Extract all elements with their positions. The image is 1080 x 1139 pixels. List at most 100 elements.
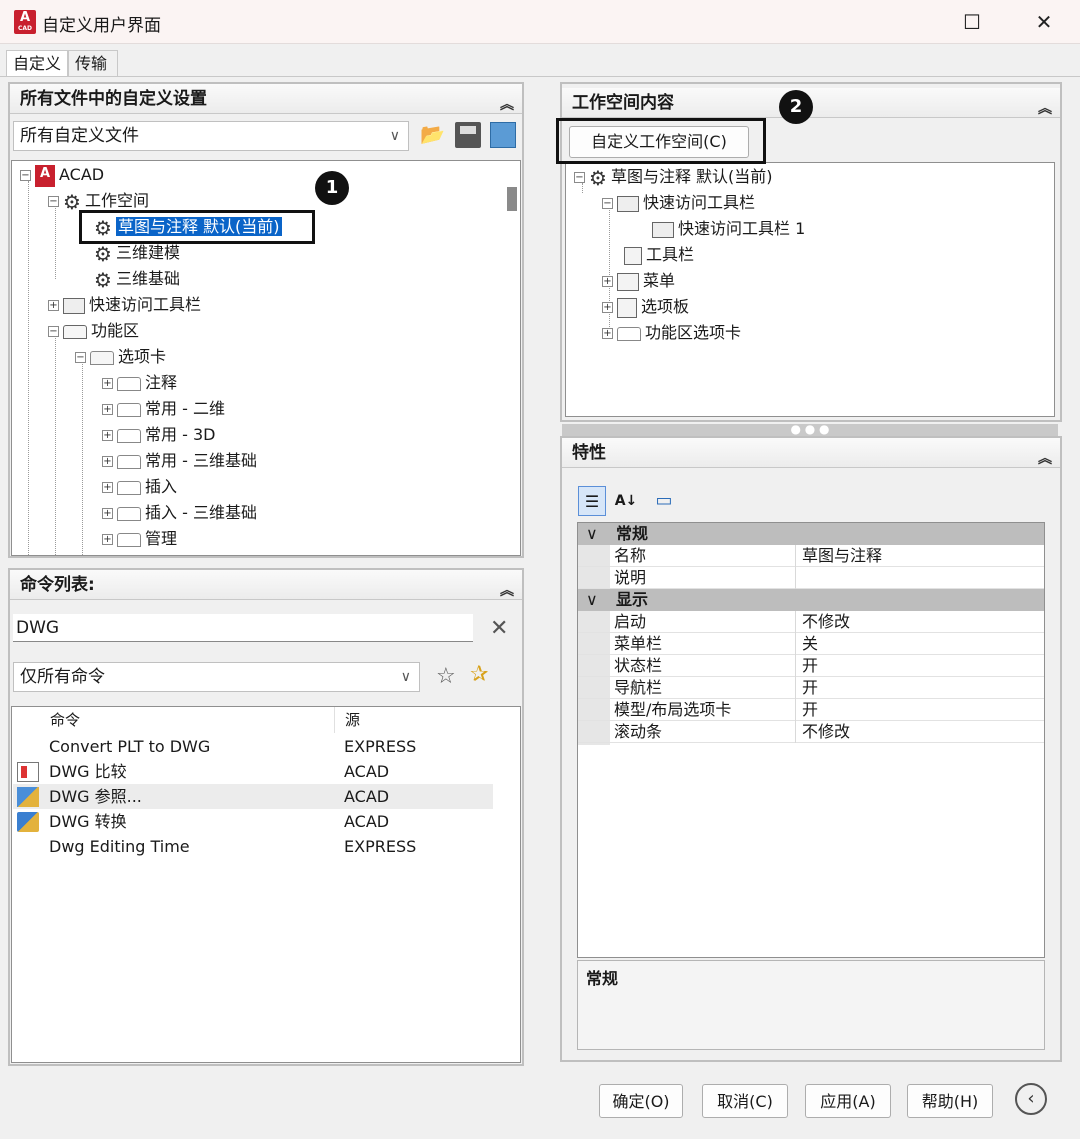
maximize-button[interactable]: ☐ [952, 8, 992, 36]
tree-node-quick-access-toolbars[interactable]: + 快速访问工具栏 [48, 292, 201, 318]
command-row[interactable]: Convert PLT to DWG EXPRESS [13, 734, 493, 759]
toolbars-icon [624, 246, 642, 265]
toolbar-icon [63, 297, 85, 314]
tree-scrollbar[interactable] [504, 161, 520, 555]
ws-node-quick-access-toolbar[interactable]: − 快速访问工具栏 [602, 190, 755, 216]
ribbon-tab-icon [117, 428, 141, 443]
ws-node-toolbars[interactable]: 工具栏 [624, 242, 694, 268]
property-row[interactable]: 启动 不修改 [578, 611, 1044, 633]
collapse-left-icon[interactable]: ‹ [1015, 1083, 1047, 1115]
ok-button[interactable]: 确定(O) [599, 1084, 683, 1118]
tree-node-acad[interactable]: − A ACAD [20, 162, 104, 188]
ws-node-menus[interactable]: + 菜单 [602, 268, 675, 294]
property-row[interactable]: 名称 草图与注释 [578, 545, 1044, 567]
command-filter-dropdown[interactable]: 仅所有命令 ∨ [13, 662, 420, 692]
tree-node-tab-home-3d[interactable]: + 常用 - 3D [102, 422, 215, 448]
tree-node-tab-home-3d-basics[interactable]: + 常用 - 三维基础 [102, 448, 257, 474]
expand-icon[interactable]: + [102, 456, 113, 467]
menu-icon [617, 272, 639, 291]
apply-button[interactable]: 应用(A) [805, 1084, 891, 1118]
expand-icon[interactable]: + [102, 508, 113, 519]
expand-icon[interactable]: + [102, 482, 113, 493]
collapse-chevron-icon[interactable]: ︽ [500, 90, 514, 120]
tree-node-tabs[interactable]: − 选项卡 [75, 344, 166, 370]
tree-node-3d-basics[interactable]: ⚙ 三维基础 [94, 266, 180, 292]
command-table: 命令 源 Convert PLT to DWG EXPRESS DWG 比较 ACA… [11, 706, 521, 1063]
collapse-chevron-icon[interactable]: ︽ [500, 576, 514, 606]
tree-node-ribbon[interactable]: − 功能区 [48, 318, 139, 344]
collapse-icon[interactable]: − [574, 172, 585, 183]
workspace-contents-title: 工作空间内容 [572, 93, 674, 113]
close-button[interactable]: ✕ [1024, 8, 1064, 36]
expand-icon[interactable]: + [602, 276, 613, 287]
star-icon[interactable]: ☆ [436, 664, 456, 689]
categorized-view-icon[interactable]: ☰ [578, 486, 606, 516]
collapse-icon[interactable]: − [48, 196, 59, 207]
gear-icon: ⚙ [589, 165, 607, 190]
expand-icon[interactable]: + [602, 302, 613, 313]
expand-icon[interactable]: + [48, 300, 59, 311]
expand-icon[interactable]: + [102, 378, 113, 389]
collapse-icon[interactable]: − [75, 352, 86, 363]
command-row[interactable]: DWG 参照... ACAD [13, 784, 493, 809]
command-row[interactable]: Dwg Editing Time EXPRESS [13, 834, 493, 859]
new-command-star-icon[interactable]: ✰ [470, 662, 488, 687]
highlight-box-1 [79, 210, 315, 244]
tab-divider [0, 76, 1080, 77]
help-button[interactable]: 帮助(H) [907, 1084, 993, 1118]
properties-panel: 特性 ︽ ☰ A↓ ▭ ∨ 常规 名称 草图与注释 说明 ∨ 显示 启动 不修改 菜单栏… [560, 436, 1062, 1062]
ws-node-quick-access-toolbar-1[interactable]: 快速访问工具栏 1 [652, 216, 805, 242]
collapse-icon[interactable]: − [20, 170, 31, 181]
ribbon-tab-icon [117, 402, 141, 417]
open-folder-icon[interactable]: 📂 [420, 122, 448, 150]
command-search-input[interactable]: DWG [13, 614, 473, 642]
palette-icon [617, 297, 637, 318]
property-row[interactable]: 模型/布局选项卡开 [578, 699, 1044, 721]
collapse-chevron-icon[interactable]: ︽ [1038, 94, 1052, 124]
property-row[interactable]: 状态栏开 [578, 655, 1044, 677]
panel-splitter[interactable]: ● ● ● [562, 423, 1058, 436]
expand-icon[interactable]: + [102, 430, 113, 441]
command-list-title: 命令列表: [20, 575, 95, 595]
highlight-box-2 [556, 118, 766, 164]
save-icon[interactable] [455, 122, 481, 148]
tree-node-tab-annotate[interactable]: + 注释 [102, 370, 177, 396]
collapse-chevron-icon[interactable]: ︽ [1038, 444, 1052, 474]
property-row[interactable]: 滚动条 不修改 [578, 721, 1044, 743]
sort-az-icon[interactable]: A↓ [612, 486, 640, 516]
command-row[interactable]: DWG 比较 ACAD [13, 759, 493, 784]
tab-customize[interactable]: 自定义 [6, 50, 68, 76]
expand-icon[interactable]: + [102, 404, 113, 415]
customizations-panel-header: 所有文件中的自定义设置 ︽ [10, 84, 522, 114]
ws-node-drafting-annotation[interactable]: − ⚙ 草图与注释 默认(当前) [574, 164, 773, 190]
tab-transfer[interactable]: 传输 [68, 50, 118, 76]
property-row[interactable]: 菜单栏关 [578, 633, 1044, 655]
toolbar-icon [652, 221, 674, 238]
ws-node-palettes[interactable]: + 选项板 [602, 294, 689, 320]
property-category-display[interactable]: ∨ 显示 [578, 589, 1044, 611]
cancel-button[interactable]: 取消(C) [702, 1084, 788, 1118]
chevron-down-icon: ∨ [586, 524, 598, 543]
property-row[interactable]: 说明 [578, 567, 1044, 589]
description-title: 常规 [586, 969, 619, 988]
tree-node-tab-insert-3d-basics[interactable]: + 插入 - 三维基础 [102, 500, 257, 526]
command-row[interactable]: DWG 转换 ACAD [13, 809, 493, 834]
tree-node-tab-home-2d[interactable]: + 常用 - 二维 [102, 396, 225, 422]
expand-icon[interactable]: + [602, 328, 613, 339]
clear-search-icon[interactable]: ✕ [490, 616, 508, 641]
callout-1: 1 [315, 171, 349, 205]
ws-node-ribbon-tabs[interactable]: + 功能区选项卡 [602, 320, 741, 346]
expand-icon[interactable]: + [102, 534, 113, 545]
column-source[interactable]: 源 [345, 707, 360, 733]
property-pages-icon[interactable]: ▭ [650, 486, 678, 516]
property-category-general[interactable]: ∨ 常规 [578, 523, 1044, 545]
collapse-icon[interactable]: − [48, 326, 59, 337]
tree-node-tab-manage[interactable]: + 管理 [102, 526, 177, 552]
customization-files-dropdown[interactable]: 所有自定义文件 ∨ [13, 121, 409, 151]
column-command[interactable]: 命令 [50, 707, 80, 733]
workspace-settings-icon[interactable] [490, 122, 516, 148]
collapse-icon[interactable]: − [602, 198, 613, 209]
ribbon-tab-icon [117, 376, 141, 391]
tree-node-tab-insert[interactable]: + 插入 [102, 474, 177, 500]
property-row[interactable]: 导航栏开 [578, 677, 1044, 699]
